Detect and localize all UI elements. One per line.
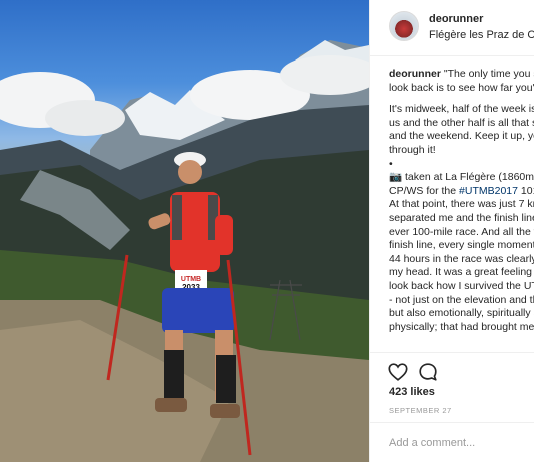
caption-line-1: look back is to see how far you've come.… xyxy=(389,81,534,94)
speech-bubble-icon xyxy=(419,363,437,381)
mountain-scene: UTMB 2033 xyxy=(0,40,369,462)
caption-line-4: and the weekend. Keep it up, you'll get xyxy=(389,130,534,143)
caption-line-11: finish line, every single moment of my xyxy=(389,239,534,252)
caption-line-6: taken at La Flégère (1860m) xyxy=(405,171,534,184)
caption-line-12: 44 hours in the race was clearly replaye… xyxy=(389,252,534,265)
comment-button[interactable] xyxy=(417,361,439,383)
caption-username[interactable]: deorunner xyxy=(389,68,441,80)
caption-line-7: CP/WS for the xyxy=(389,184,457,197)
caption-line-15: - not just on the elevation and the dist… xyxy=(389,293,534,306)
caption-line-10: ever 100-mile race. And all the way to t… xyxy=(389,225,534,238)
post-photo[interactable]: UTMB 2033 xyxy=(0,0,369,462)
post-username[interactable]: deorunner xyxy=(429,13,483,25)
post-date[interactable]: SEPTEMBER 27 xyxy=(389,406,452,415)
caption-hashtag-suffix: 101km. xyxy=(520,184,534,197)
caption-line-9: separated me and the finish line of my f… xyxy=(389,211,534,224)
caption-line-16: but also emotionally, spiritually and xyxy=(389,307,534,320)
caption-line-3: us and the other half is all that stands… xyxy=(389,116,534,129)
comment-input[interactable] xyxy=(389,433,529,453)
post-side-panel: deorunner Flégère les Praz de Chamonix d… xyxy=(369,0,534,462)
likes-count[interactable]: 423 likes xyxy=(389,386,435,398)
caption-line-0: "The only time you should xyxy=(443,68,534,80)
post-header: deorunner Flégère les Praz de Chamonix xyxy=(370,0,534,56)
caption-line-13: my head. It was a great feeling to be ab… xyxy=(389,266,534,279)
heart-outline-icon xyxy=(388,363,408,381)
post-caption: deorunner "The only time you should look… xyxy=(389,68,534,334)
comment-area xyxy=(370,422,534,462)
caption-line-17: physically; that had brought me to this … xyxy=(389,320,534,333)
post-actions: 423 likes SEPTEMBER 27 xyxy=(370,352,534,422)
camera-icon: 📷 xyxy=(389,171,403,184)
hashtag-link[interactable]: #UTMB2017 xyxy=(459,185,518,197)
caption-line-2: It's midweek, half of the week is behind xyxy=(389,103,534,116)
avatar[interactable] xyxy=(389,11,419,41)
like-button[interactable] xyxy=(387,361,409,383)
post-location[interactable]: Flégère les Praz de Chamonix xyxy=(429,29,534,41)
caption-line-14: look back how I survived the UTMB course xyxy=(389,279,534,292)
caption-line-5: through it! xyxy=(389,143,436,156)
caption-line-8: At that point, there was just 7 km that xyxy=(389,198,534,211)
bib-event: UTMB xyxy=(181,276,201,283)
